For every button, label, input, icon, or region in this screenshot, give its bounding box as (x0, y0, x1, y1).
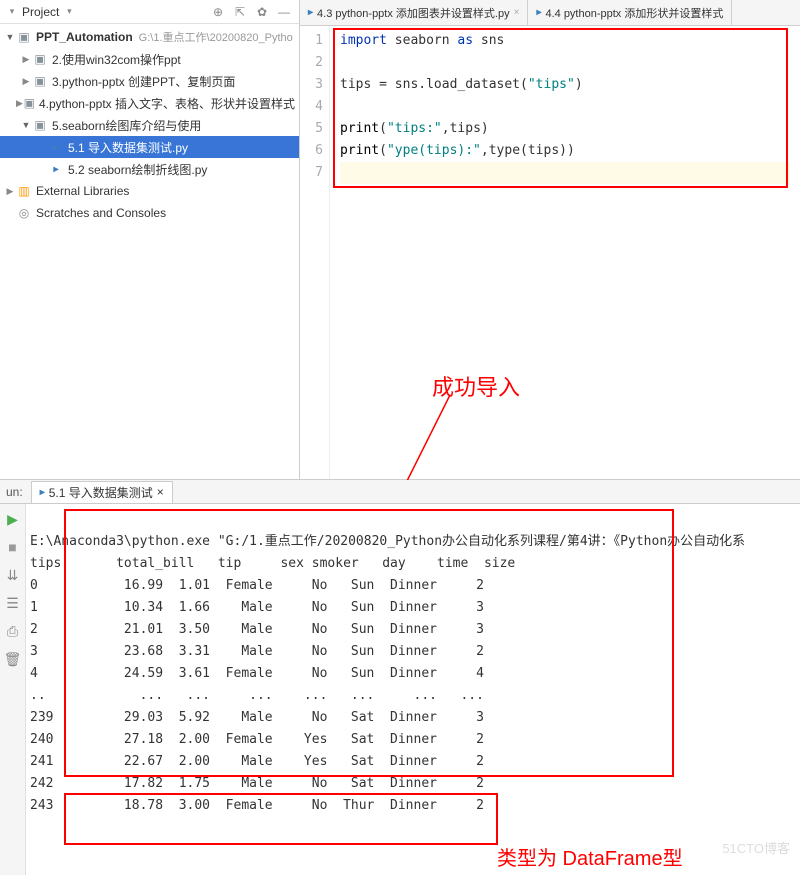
expand-icon[interactable]: ▼ (20, 120, 32, 130)
line-number: 6 (300, 140, 323, 162)
external-libraries-label: External Libraries (36, 184, 129, 198)
table-row: 243 18.78 3.00 Female No Thur Dinner 2 (30, 795, 796, 817)
tree-item-label: 5.seaborn绘图库介绍与使用 (52, 117, 201, 134)
editor-tabs: ▸ 4.3 python-pptx 添加图表并设置样式.py × ▸ 4.4 p… (300, 0, 800, 26)
code-editor[interactable]: 1234567 import seaborn as sns tips = sns… (300, 26, 800, 479)
folder-icon: ▣ (32, 51, 48, 67)
line-number: 4 (300, 96, 323, 118)
tree-item-label: 5.2 seaborn绘制折线图.py (68, 161, 207, 178)
crosshair-icon[interactable]: ⊕ (209, 3, 227, 21)
down-icon[interactable]: ⇊ (3, 565, 23, 585)
folder-icon: ▣ (24, 95, 35, 111)
expand-icon[interactable]: ▶ (15, 98, 23, 109)
run-toolbar: ▶ ■ ⇊ ☰ ⎙ 🗑 (0, 481, 26, 875)
tab-label: 4.4 python-pptx 添加形状并设置样式 (545, 5, 723, 21)
folder-icon: ▣ (16, 29, 32, 45)
stop-icon[interactable]: ■ (3, 537, 23, 557)
editor-tab-2[interactable]: ▸ 4.4 python-pptx 添加形状并设置样式 (528, 0, 732, 25)
python-file-icon: ▸ (48, 139, 64, 155)
project-panel: ▾ Project ▾ ⊕ ⇱ ✿ — ▼ ▣ PPT_Automation G… (0, 0, 300, 479)
tree-folder[interactable]: ▶▣4.python-pptx 插入文字、表格、形状并设置样式 (0, 92, 299, 114)
line-number: 5 (300, 118, 323, 140)
tree-folder[interactable]: ▼▣5.seaborn绘图库介绍与使用 (0, 114, 299, 136)
project-panel-title: Project (22, 5, 59, 19)
tree-item-label: 2.使用win32com操作ppt (52, 51, 181, 68)
line-number: 3 (300, 74, 323, 96)
table-row: 2 21.01 3.50 Male No Sun Dinner 3 (30, 619, 796, 641)
editor-area: ▸ 4.3 python-pptx 添加图表并设置样式.py × ▸ 4.4 p… (300, 0, 800, 479)
table-row: 242 17.82 1.75 Male No Sat Dinner 2 (30, 773, 796, 795)
table-row: 4 24.59 3.61 Female No Sun Dinner 4 (30, 663, 796, 685)
command-line: E:\Anaconda3\python.exe "G:/1.重点工作/20200… (30, 534, 745, 549)
gear-icon[interactable]: ✿ (253, 3, 271, 21)
folder-icon: ▣ (32, 117, 48, 133)
scratches-consoles[interactable]: ◎ Scratches and Consoles (0, 202, 299, 224)
expand-icon[interactable]: ▼ (4, 32, 16, 42)
project-root-name: PPT_Automation (36, 30, 133, 44)
folder-icon: ▣ (32, 73, 48, 89)
tree-folder[interactable]: ▶▣3.python-pptx 创建PPT、复制页面 (0, 70, 299, 92)
trash-icon[interactable]: 🗑 (3, 649, 23, 669)
code-content[interactable]: import seaborn as sns tips = sns.load_da… (330, 26, 800, 479)
table-row: .. ... ... ... ... ... ... ... (30, 685, 796, 707)
tree-file[interactable]: ▸5.2 seaborn绘制折线图.py (0, 158, 299, 180)
tree-item-label: 4.python-pptx 插入文字、表格、形状并设置样式 (39, 95, 295, 112)
tree-file[interactable]: ▸5.1 导入数据集测试.py (0, 136, 299, 158)
print-icon[interactable]: ⎙ (3, 621, 23, 641)
expand-icon[interactable]: ▶ (4, 186, 16, 197)
expand-icon[interactable]: ▶ (20, 76, 32, 87)
console-output[interactable]: E:\Anaconda3\python.exe "G:/1.重点工作/20200… (26, 481, 800, 875)
libraries-icon: ▥ (16, 183, 32, 199)
close-icon[interactable]: × (514, 7, 520, 18)
editor-tab-1[interactable]: ▸ 4.3 python-pptx 添加图表并设置样式.py × (300, 0, 528, 25)
tab-label: 4.3 python-pptx 添加图表并设置样式.py (317, 5, 510, 21)
line-number: 1 (300, 30, 323, 52)
python-file-icon: ▸ (308, 7, 313, 18)
line-number: 7 (300, 162, 323, 184)
project-root-path: G:\1.重点工作\20200820_Pytho (139, 29, 293, 45)
output-header: tips: total_bill tip sex smoker day time… (30, 556, 515, 571)
table-row: 0 16.99 1.01 Female No Sun Dinner 2 (30, 575, 796, 597)
tree-folder[interactable]: ▶▣2.使用win32com操作ppt (0, 48, 299, 70)
layout-icon[interactable]: ☰ (3, 593, 23, 613)
project-root[interactable]: ▼ ▣ PPT_Automation G:\1.重点工作\20200820_Py… (0, 26, 299, 48)
scratch-icon: ◎ (16, 205, 32, 221)
line-gutter: 1234567 (300, 26, 330, 479)
expand-icon[interactable]: ▶ (20, 54, 32, 65)
external-libraries[interactable]: ▶ ▥ External Libraries (0, 180, 299, 202)
run-label: un: (6, 485, 23, 499)
table-row: 3 23.68 3.31 Male No Sun Dinner 2 (30, 641, 796, 663)
project-panel-header: ▾ Project ▾ ⊕ ⇱ ✿ — (0, 0, 299, 24)
tree-item-label: 3.python-pptx 创建PPT、复制页面 (52, 73, 235, 90)
file-tree[interactable]: ▼ ▣ PPT_Automation G:\1.重点工作\20200820_Py… (0, 24, 299, 479)
python-file-icon: ▸ (536, 7, 541, 18)
dropdown-icon[interactable]: ▾ (63, 6, 75, 17)
table-row: 1 10.34 1.66 Male No Sun Dinner 3 (30, 597, 796, 619)
watermark: 51CTO博客 (722, 838, 790, 857)
line-number: 2 (300, 52, 323, 74)
collapse-all-icon[interactable]: ⇱ (231, 3, 249, 21)
scratches-label: Scratches and Consoles (36, 206, 166, 220)
hide-icon[interactable]: — (275, 3, 293, 21)
run-panel: ▶ ■ ⇊ ☰ ⎙ 🗑 E:\Anaconda3\python.exe "G:/… (0, 480, 800, 875)
rerun-icon[interactable]: ▶ (3, 509, 23, 529)
python-file-icon: ▸ (48, 161, 64, 177)
table-row: 241 22.67 2.00 Male Yes Sat Dinner 2 (30, 751, 796, 773)
tree-item-label: 5.1 导入数据集测试.py (68, 139, 188, 156)
table-row: 240 27.18 2.00 Female Yes Sat Dinner 2 (30, 729, 796, 751)
project-collapse-icon[interactable]: ▾ (6, 6, 18, 17)
table-row: 239 29.03 5.92 Male No Sat Dinner 3 (30, 707, 796, 729)
